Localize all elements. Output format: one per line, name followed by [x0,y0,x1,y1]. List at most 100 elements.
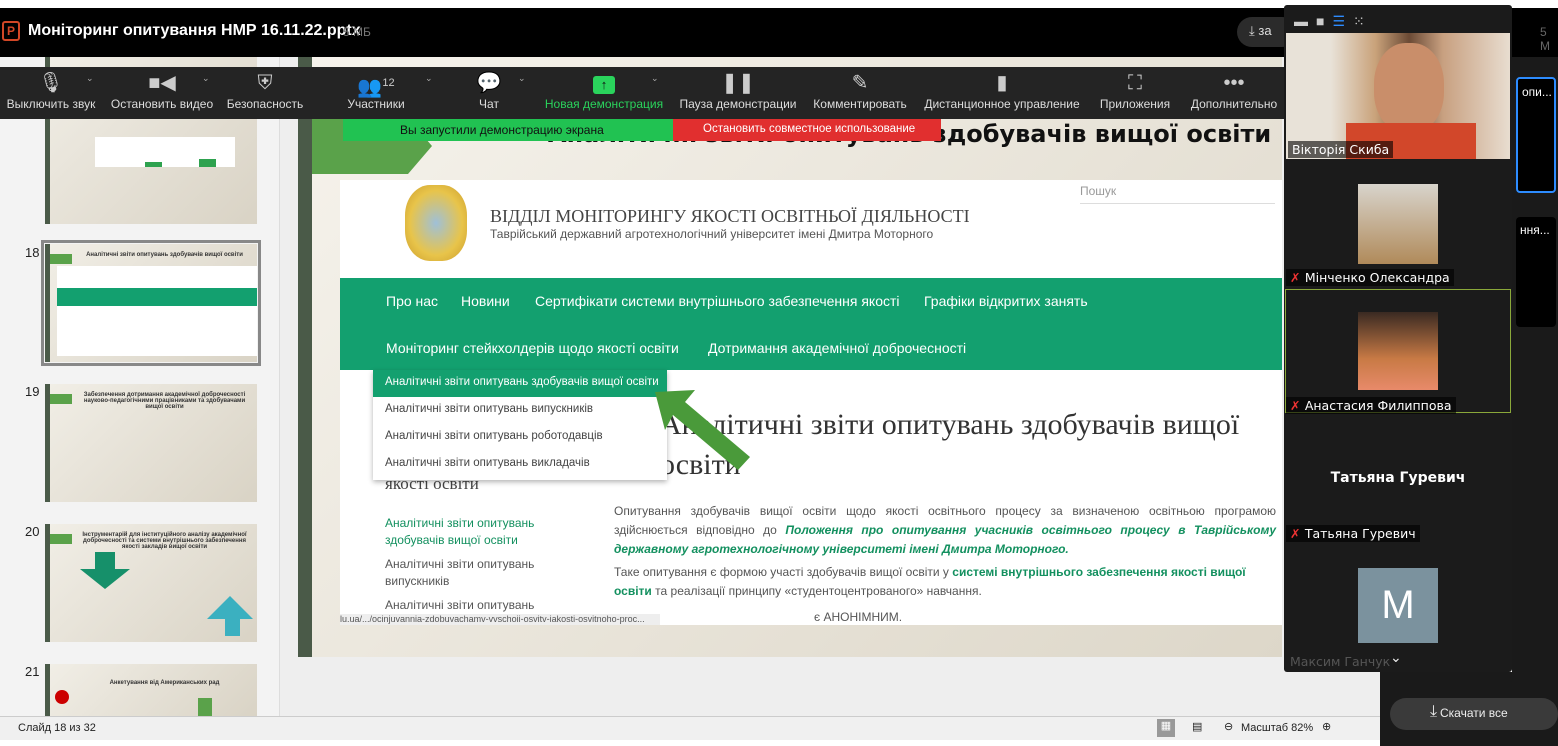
paragraph: є АНОНІМНИМ. [814,610,903,624]
single-page-icon[interactable]: ▤ [1192,720,1202,733]
meeting-toolbar: 🎙 Выключить звук ⌄ ■◀ Остановить видео ⌄ ⛨ Бе… [0,67,1285,119]
gallery-tile[interactable]: ння... [1516,217,1556,327]
button-label: Комментировать [813,97,907,111]
annotate-button[interactable]: ✎ Комментировать [811,67,909,119]
button-label: Дистанционное управление [924,97,1080,111]
nav-certificates[interactable]: Сертифікати системи внутрішнього забезпе… [535,293,900,309]
grid-view-icon[interactable]: ⁙ [1353,13,1373,29]
apps-icon: ⛶ [1128,72,1142,94]
zoom-out-icon[interactable]: ⊖ [1224,720,1233,733]
chat-button[interactable]: 💬 Чат ⌄ [474,67,526,119]
stop-video-button[interactable]: ■◀ Остановить видео ⌄ [110,67,214,119]
pause-icon: ❚❚ [721,72,755,94]
department-title: ВІДДІЛ МОНІТОРИНГУ ЯКОСТІ ОСВІТНЬОЇ ДІЯЛ… [490,206,970,226]
download-all-label: Скачати все [1440,706,1508,720]
side-link[interactable]: Аналітичні звіти опитувань [385,597,545,614]
chat-icon: 💬 [476,72,502,94]
gallery-strip: опи... ння... [1512,57,1558,717]
participant-name: Вікторія Скиба [1288,141,1394,158]
stop-share-label: Остановить совместное использование [703,123,916,135]
university-name: Таврійський державний агротехнологічний … [490,227,934,241]
paragraph: Опитування здобувачів вищої освіти щодо … [614,502,1276,559]
slide-number: 18 [25,245,40,260]
chevron-down-icon[interactable]: ⌄ [1390,649,1402,666]
participants-button[interactable]: 👥12 Участники ⌄ [345,67,432,119]
slide-thumbnail-19[interactable]: Забезпечення дотримання академічної добр… [45,384,257,502]
mute-button[interactable]: 🎙 Выключить звук ⌄ [4,67,98,119]
button-label: Приложения [1099,97,1171,111]
nav-schedules[interactable]: Графіки відкритих занять [924,293,1088,309]
share-icon: ↑ [543,67,665,97]
strip-view-icon[interactable]: ☰ [1332,13,1353,29]
grid-view-icon[interactable]: ▦ [1157,719,1175,737]
remote-control-button[interactable]: ▮ Дистанционное управление [922,67,1082,119]
university-logo [405,185,467,261]
side-link[interactable]: Аналітичні звіти опитувань здобувачів ви… [385,515,545,549]
slide-number: 20 [25,524,40,539]
search-input[interactable]: Пошук [1080,184,1275,204]
side-link[interactable]: Аналітичні звіти опитувань випускників [385,556,545,590]
video-tile[interactable]: Вікторія Скиба [1286,33,1510,159]
button-label: Чат [479,97,499,111]
shield-icon: ⛨ [257,72,273,94]
security-button[interactable]: ⛨ Безопасность [226,67,304,119]
participants-video-panel: ▬■☰⁙ Вікторія Скиба ✗ Мінченко Олександр… [1284,5,1512,672]
sharing-banner[interactable]: Вы запустили демонстрацию экрана [343,119,673,141]
mouse-icon: ▮ [996,72,1008,94]
stop-share-button[interactable]: Остановить совместное использование [673,119,941,141]
new-share-button[interactable]: ↑ Новая демонстрация ⌄ [543,67,665,119]
thumbnail-title: Анкетування від Американських рад [109,680,220,686]
file-title: Моніторинг опитування НМР 16.11.22.pptx [28,22,361,39]
participant-name: ✗ Мінченко Олександра [1286,269,1454,286]
pause-share-button[interactable]: ❚❚ Пауза демонстрации [678,67,798,119]
slide-thumbnails[interactable]: 18 Аналітичні звіти опитувань здобувачів… [0,57,280,716]
muted-icon: ✗ [1290,398,1305,413]
dropdown-item-employers[interactable]: Аналітичні звіти опитувань роботодавців [373,424,667,451]
participants-count: 12 [382,77,395,89]
participant-name: ✗ Анастасия Филиппова [1286,397,1456,414]
single-view-icon[interactable]: ■ [1316,13,1332,29]
camera-icon: ■◀ [148,72,176,94]
view-mode-controls[interactable]: ▬■☰⁙ [1294,13,1373,30]
nav-integrity[interactable]: Дотримання академічної доброчесності [708,340,966,356]
paragraph-text: Таке опитування є формою участі здобувач… [614,565,953,579]
dropdown-item-students[interactable]: Аналітичні звіти опитувань здобувачів ви… [373,370,667,397]
pencil-icon: ✎ [851,72,869,94]
button-label: Безопасность [226,97,304,111]
dropdown-item-teachers[interactable]: Аналітичні звіти опитувань викладачів [373,451,667,478]
more-button[interactable]: ••• Дополнительно [1188,67,1280,119]
status-url: lu.ua/.../ocinjuvannia-zdobuvachamv-vvsc… [340,614,660,625]
file-size: 5 МБ [343,25,371,39]
slide-thumbnail-21[interactable]: Анкетування від Американських рад [45,664,257,716]
nav-news[interactable]: Новини [461,293,510,309]
apps-button[interactable]: ⛶ Приложения [1097,67,1173,119]
green-arrow-icon [655,390,750,470]
button-label: Участники [347,97,405,111]
zoom-in-icon[interactable]: ⊕ [1322,720,1331,733]
nav-about[interactable]: Про нас [386,293,438,309]
right-size: 5 М [1540,25,1550,53]
thumbnail-title: Забезпечення дотримання академічної добр… [83,392,246,410]
more-icon: ••• [1223,72,1245,94]
download-all-button[interactable]: ⤓ Скачати все [1390,698,1558,730]
gallery-tile[interactable]: опи... [1516,77,1556,193]
download-icon: ⤓ [1430,703,1438,720]
muted-icon: ✗ [1290,270,1305,285]
slide-number: 19 [25,384,40,399]
thumbnail-title: Аналітичні звіти опитувань здобувачів ви… [86,252,243,258]
nav-stakeholders[interactable]: Моніторинг стейкхолдерів щодо якості осв… [386,340,679,356]
avatar: M [1358,568,1438,643]
microphone-icon: 🎙 [38,72,64,94]
slide-thumbnail-18[interactable]: Аналітичні звіти опитувань здобувачів ви… [41,240,261,366]
website-screenshot: ВІДДІЛ МОНІТОРИНГУ ЯКОСТІ ОСВІТНЬОЇ ДІЯЛ… [340,180,1282,625]
zoom-level: Масштаб 82% [1241,722,1314,734]
slide-thumbnail-20[interactable]: Інструментарій для інституційного аналіз… [45,524,257,642]
site-nav: Про нас Новини Сертифікати системи внутр… [340,278,1282,370]
minimize-icon[interactable]: ▬ [1294,13,1316,29]
participant-name: Максим Ганчук [1290,654,1391,669]
participant-photo [1358,312,1438,390]
button-label: Остановить видео [110,97,214,111]
dropdown-item-graduates[interactable]: Аналітичні звіти опитувань випускників [373,397,667,424]
powerpoint-icon: P [2,21,20,41]
sharing-status: Вы запустили демонстрацию экрана [400,123,604,137]
